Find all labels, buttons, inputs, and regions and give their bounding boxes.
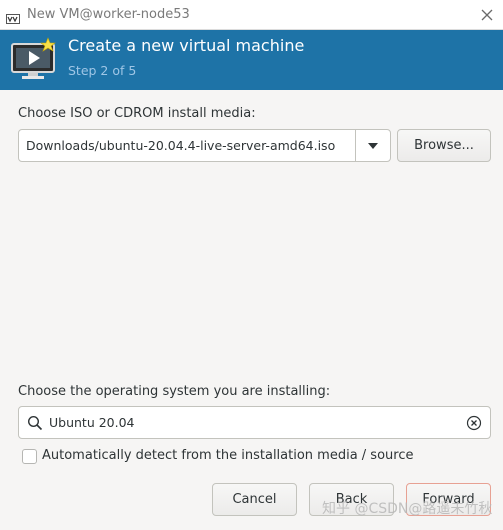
install-media-combo[interactable]: Downloads/ubuntu-20.04.4-live-server-amd… (18, 129, 391, 162)
vm-monitor-play-icon (9, 36, 59, 82)
new-vm-dialog: New VM@worker-node53 Create a new virtua… (0, 0, 503, 530)
auto-detect-checkbox[interactable] (22, 449, 37, 464)
virt-manager-icon (6, 9, 20, 24)
os-label: Choose the operating system you are inst… (18, 384, 331, 399)
wizard-banner: Create a new virtual machine Step 2 of 5 (0, 30, 503, 90)
media-list-area (18, 165, 491, 370)
search-icon (27, 415, 43, 431)
watermark: 知乎 @CSDN@路遥未竹秋 (322, 501, 493, 517)
os-search-input[interactable]: Ubuntu 20.04 (18, 406, 491, 439)
install-media-label: Choose ISO or CDROM install media: (18, 106, 256, 121)
browse-button[interactable]: Browse... (397, 129, 491, 162)
banner-title: Create a new virtual machine (68, 36, 305, 55)
chevron-down-icon[interactable] (355, 130, 390, 161)
clear-icon[interactable] (466, 415, 482, 431)
install-media-value[interactable]: Downloads/ubuntu-20.04.4-live-server-amd… (26, 138, 335, 153)
title-bar: New VM@worker-node53 (0, 0, 503, 30)
window-title: New VM@worker-node53 (27, 7, 190, 22)
cancel-button[interactable]: Cancel (212, 483, 297, 516)
auto-detect-label[interactable]: Automatically detect from the installati… (42, 448, 413, 463)
close-icon[interactable] (477, 5, 497, 25)
os-search-value[interactable]: Ubuntu 20.04 (49, 415, 135, 430)
step-indicator: Step 2 of 5 (68, 63, 137, 78)
